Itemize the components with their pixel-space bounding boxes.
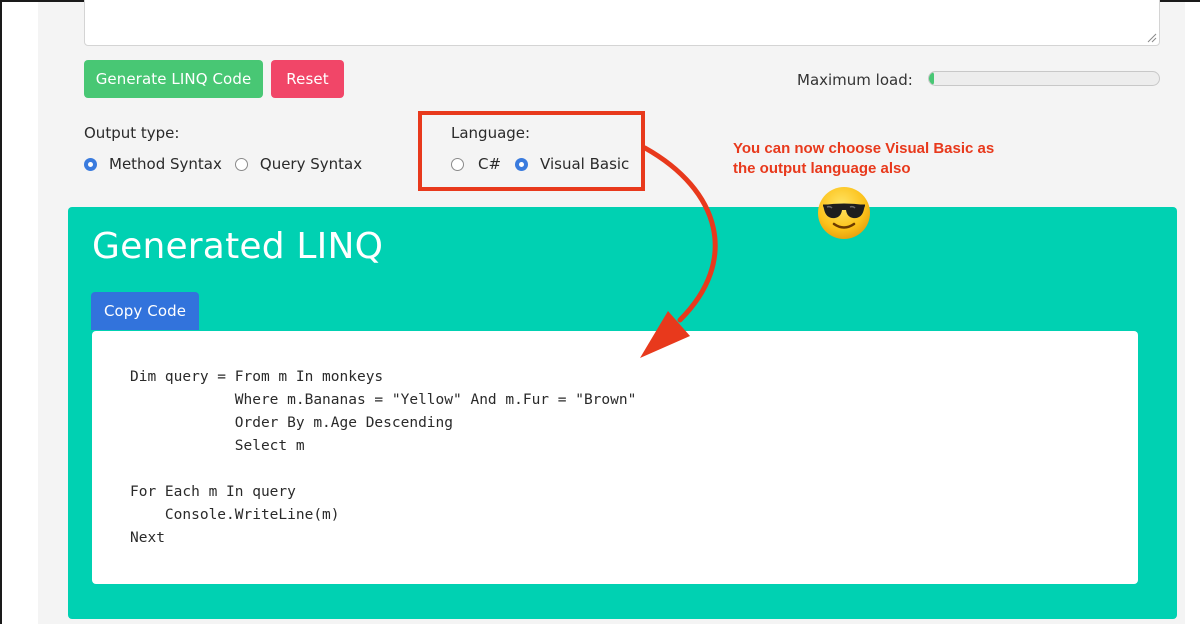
code-line: Where m.Bananas = "Yellow" And m.Fur = "… (130, 392, 637, 408)
radio-query-syntax[interactable] (234, 157, 248, 171)
annotation-callout: You can now choose Visual Basic as the o… (733, 139, 1053, 179)
radio-method-syntax[interactable] (84, 157, 97, 171)
code-line: Next (130, 530, 165, 546)
output-type-option-method[interactable]: Method Syntax (84, 155, 222, 173)
maximum-load-progress-fill (929, 72, 934, 85)
annotation-line-2: the output language also (733, 160, 911, 177)
generated-linq-title: Generated LINQ (92, 226, 384, 267)
code-line: Select m (130, 438, 305, 454)
code-line: Dim query = From m In monkeys (130, 369, 384, 385)
window-border-left (0, 0, 2, 624)
resize-grip-icon[interactable] (1147, 33, 1157, 43)
code-line: Order By m.Age Descending (130, 415, 454, 431)
code-line: For Each m In query (130, 484, 296, 500)
output-type-option-query[interactable]: Query Syntax (234, 155, 363, 173)
right-gutter (1185, 2, 1200, 624)
maximum-load-progress (928, 71, 1160, 86)
reset-button[interactable]: Reset (271, 60, 344, 98)
generate-linq-button[interactable]: Generate LINQ Code (84, 60, 263, 98)
maximum-load-label: Maximum load: (797, 71, 913, 89)
code-line: Console.WriteLine(m) (130, 507, 340, 523)
smiling-face-with-sunglasses-icon (818, 187, 870, 239)
language-highlight-box (418, 111, 645, 191)
copy-code-button[interactable]: Copy Code (91, 292, 199, 330)
radio-query-syntax-label: Query Syntax (259, 155, 363, 173)
input-textarea[interactable] (84, 0, 1160, 46)
output-type-radio-group: Method Syntax Query Syntax (84, 155, 362, 173)
code-output: Dim query = From m In monkeys Where m.Ba… (92, 331, 1138, 584)
left-gutter (2, 2, 38, 624)
output-type-label: Output type: (84, 124, 180, 142)
annotation-line-1: You can now choose Visual Basic as (733, 140, 995, 157)
radio-method-syntax-label: Method Syntax (109, 155, 222, 173)
